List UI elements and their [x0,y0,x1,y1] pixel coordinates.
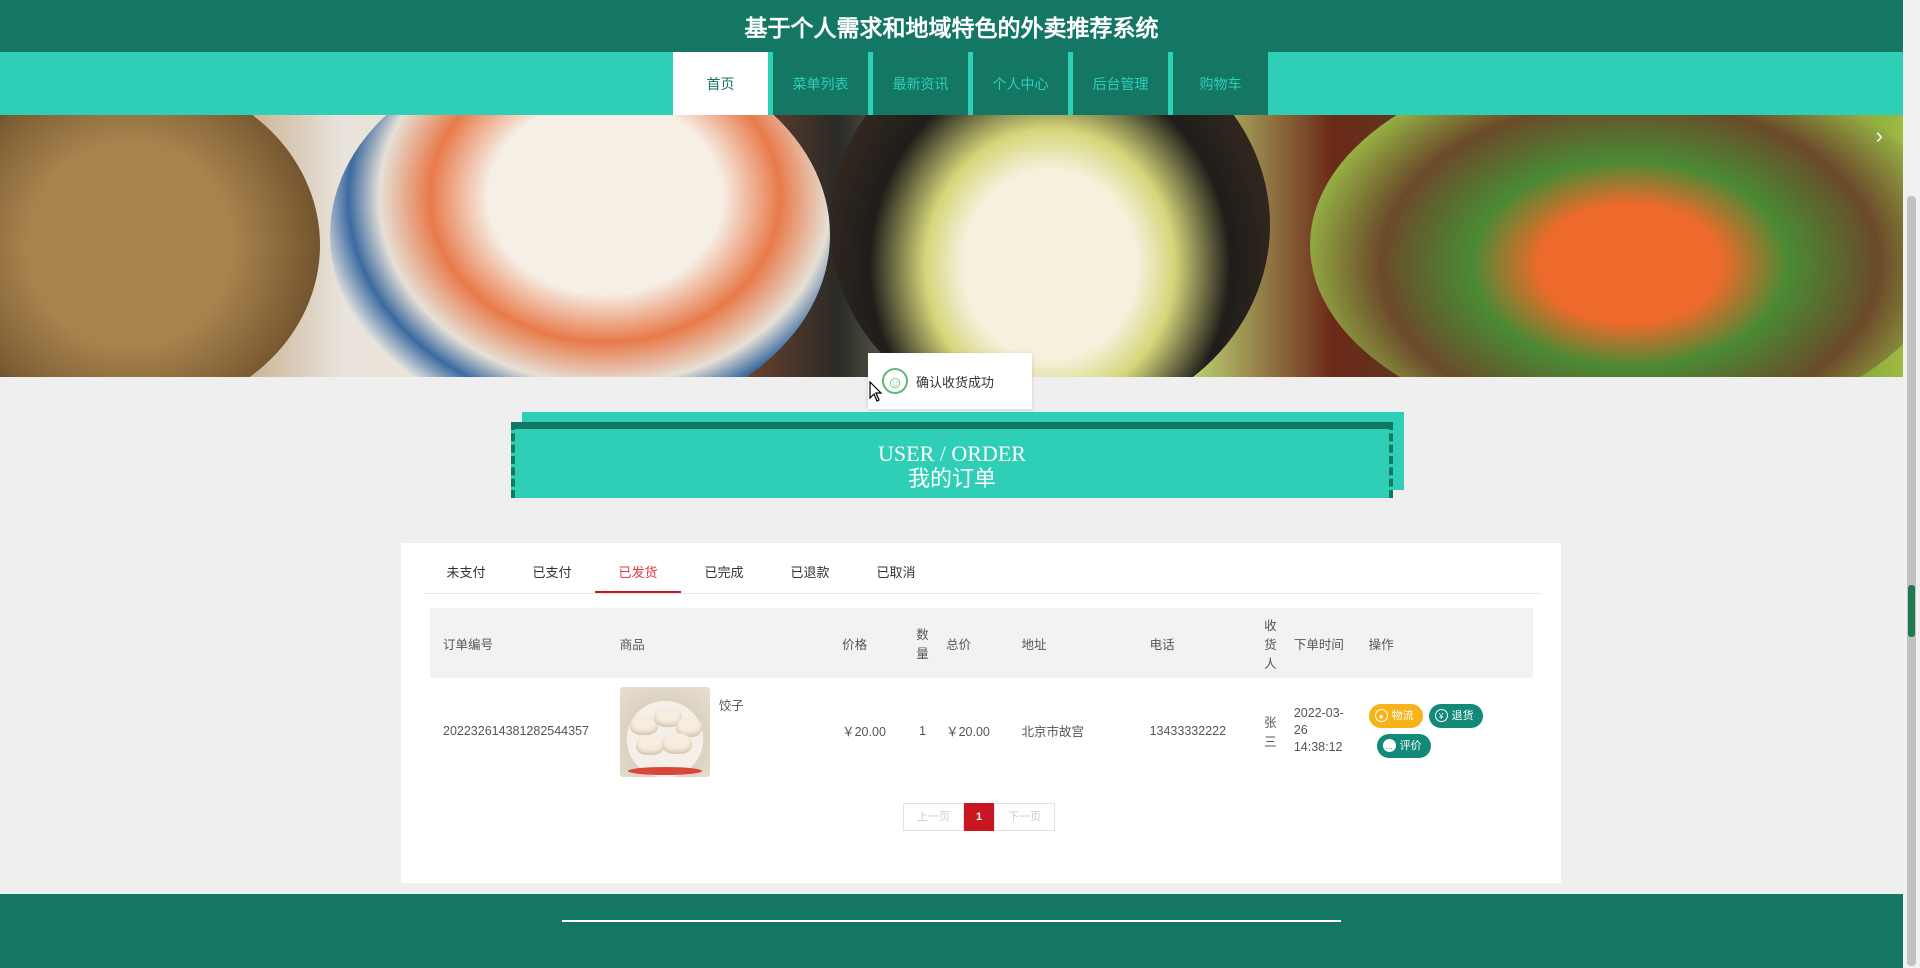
banner-food-image [330,115,830,377]
tab-shipped[interactable]: 已发货 [595,553,681,593]
orders-table: 订单编号 商品 价格 数量 总价 地址 电话 收货人 下单时间 操作 20223… [430,608,1533,783]
order-address: 北京市故宫 [1021,725,1085,739]
tab-unpaid[interactable]: 未支付 [423,553,509,593]
order-number: 20223261438128254435​7 [430,678,607,783]
nav-item-personal-center[interactable]: 个人中心 [973,52,1068,115]
pagination: 上一页 1 下一页 [903,803,1056,831]
nav-item-news[interactable]: 最新资讯 [873,52,968,115]
user-icon: ● [1374,709,1388,722]
col-order-no: 订单编号 [430,608,607,678]
tab-refunded[interactable]: 已退款 [767,553,853,593]
scrollbar-indicator [1908,585,1915,637]
site-title: 基于个人需求和地域特色的外卖推荐系统 [744,15,1159,41]
order-status-tabs: 未支付 已支付 已发货 已完成 已退款 已取消 [423,553,1541,594]
order-number-text: 20223261438128254435​7 [443,723,589,738]
mouse-cursor-icon [869,381,883,402]
col-total: 总价 [940,608,1009,678]
banner-food-image [0,115,320,377]
refund-label: 退货 [1451,709,1474,722]
col-order-time: 下单时间 [1287,608,1361,678]
col-quantity: 数量 [906,608,941,678]
scrollbar-thumb[interactable] [1907,196,1916,966]
tab-cancelled[interactable]: 已取消 [853,553,939,593]
order-goods-cell: 饺子 [607,678,834,783]
order-phone: 13433332222 [1149,723,1227,738]
goods-thumbnail[interactable] [619,686,710,777]
table-header-row: 订单编号 商品 价格 数量 总价 地址 电话 收货人 下单时间 操作 [430,608,1533,678]
goods-name[interactable]: 饺子 [719,695,744,714]
page-scrollbar[interactable] [1903,0,1920,968]
order-price: ￥20.00 [842,725,886,739]
order-card: 未支付 已支付 已发货 已完成 已退款 已取消 订单编号 商品 价格 数量 总价… [401,543,1561,883]
comment-icon: … [1382,739,1396,752]
nav-item-cart[interactable]: 购物车 [1173,52,1268,115]
nav-item-menu-list[interactable]: 菜单列表 [773,52,868,115]
col-actions: 操作 [1360,608,1533,678]
col-receiver: 收货人 [1256,608,1288,678]
banner-carousel[interactable]: › [0,115,1903,377]
col-address: 地址 [1008,608,1137,678]
chevron-right-icon[interactable]: › [1876,123,1883,149]
toast-message: 确认收货成功 [916,374,995,390]
section-title-en: USER / ORDER [878,441,1026,466]
order-actions: ● 物流 ¥ 退货 … 评价 [1361,678,1533,783]
tab-paid[interactable]: 已支付 [509,553,595,593]
refund-button[interactable]: ¥ 退货 [1428,703,1483,728]
next-page-button[interactable]: 下一页 [994,803,1056,831]
order-receiver: 张三 [1264,715,1277,749]
section-title-cn: 我的订单 [907,466,996,491]
banner-food-image [1310,115,1903,377]
col-phone: 电话 [1136,608,1257,678]
logistics-label: 物流 [1391,709,1414,722]
section-heading: USER / ORDER 我的订单 [511,422,1393,498]
yen-icon: ¥ [1434,709,1448,722]
nav-item-admin[interactable]: 后台管理 [1073,52,1168,115]
col-price: 价格 [834,608,907,678]
prev-page-button[interactable]: 上一页 [903,803,964,831]
review-button[interactable]: … 评价 [1376,733,1431,758]
col-goods: 商品 [606,608,835,678]
logistics-button[interactable]: ● 物流 [1368,703,1423,728]
order-quantity: 1 [919,723,926,738]
smile-icon: ☺ [882,368,908,394]
review-label: 评价 [1399,739,1422,752]
success-toast: ☺ 确认收货成功 [868,353,1032,409]
order-time: 2022-03-26 14:38:12 [1293,706,1344,754]
footer-divider [562,920,1341,922]
tab-completed[interactable]: 已完成 [681,553,767,593]
site-footer [0,894,1903,968]
order-total: ￥20.00 [946,725,990,739]
nav-item-home[interactable]: 首页 [673,52,768,115]
banner-food-image [830,115,1270,377]
table-row: 20223261438128254435​7 饺子 [430,678,1533,783]
main-nav: 首页 菜单列表 最新资讯 个人中心 后台管理 购物车 [0,52,1903,115]
site-header: 基于个人需求和地域特色的外卖推荐系统 [0,0,1903,52]
page-number-current[interactable]: 1 [964,803,995,831]
